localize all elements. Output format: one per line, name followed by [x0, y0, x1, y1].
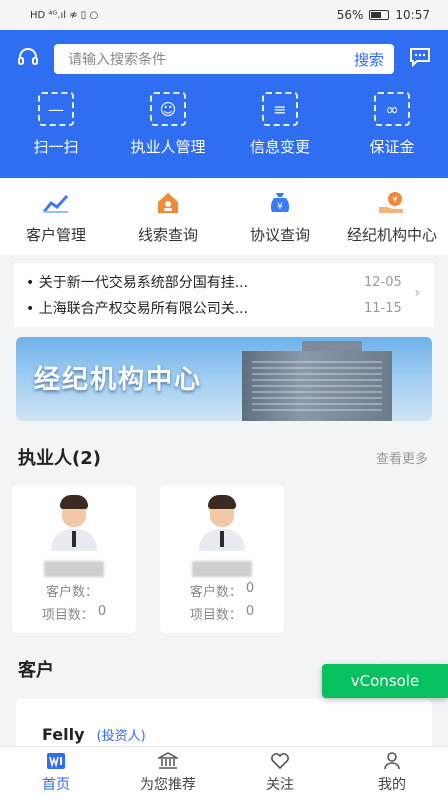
tab-bar: 首页 为您推荐 关注 我的 [0, 746, 448, 798]
bank-icon [156, 751, 180, 772]
vconsole-button[interactable]: vConsole [322, 664, 448, 698]
customers-section-title: 客户 [18, 660, 54, 681]
banner-title: 经纪机构中心 [34, 365, 203, 395]
search-button[interactable]: 搜索 [354, 49, 384, 70]
avatar [45, 495, 103, 553]
battery-icon [369, 10, 390, 20]
money-bag-icon: ¥ [265, 190, 295, 216]
agent-customer-count: 客户数： [45, 585, 98, 600]
avatar [193, 495, 251, 553]
tab-home[interactable]: 首页 [11, 752, 101, 794]
news-item[interactable]: • 上海联合产权交易所有限公司关... 11-15 [26, 295, 420, 321]
scan-icon: — [38, 92, 74, 126]
tab-home-label: 首页 [42, 776, 70, 793]
brokerage-center-label: 经纪机构中心 [346, 226, 437, 244]
search-input[interactable]: 请输入搜索条件 搜索 [54, 44, 394, 74]
status-bar: HD ⁴ᴳ.ıl ≉ ▯ ○ 56% 10:57 [0, 0, 448, 30]
tab-mine-label: 我的 [378, 776, 406, 793]
news-title: • 上海联合产权交易所有限公司关... [26, 301, 249, 317]
battery-percent: 56% [336, 8, 364, 22]
news-list: • 关于新一代交易系统部分国有挂... 12-05 • 上海联合产权交易所有限公… [14, 263, 434, 327]
search-placeholder: 请输入搜索条件 [68, 52, 166, 68]
tab-follow-label: 关注 [266, 776, 294, 793]
customer-management-label: 客户管理 [25, 226, 86, 244]
house-icon [153, 190, 183, 216]
svg-text:¥: ¥ [277, 202, 283, 212]
building-illustration-top [302, 341, 362, 351]
svg-text:¥: ¥ [392, 195, 397, 204]
tab-recommend-label: 为您推荐 [140, 776, 196, 793]
agent-management-label: 执业人管理 [130, 138, 206, 156]
banner[interactable]: 经纪机构中心 [16, 337, 432, 421]
agents-section-title: 执业人(2) [18, 448, 101, 469]
news-item[interactable]: • 关于新一代交易系统部分国有挂... 12-05 [26, 269, 420, 295]
info-change-button[interactable]: ≡ 信息变更 [224, 92, 336, 157]
scan-button[interactable]: — 扫一扫 [0, 92, 112, 157]
form-icon: ≡ [262, 92, 298, 126]
status-indicators: HD ⁴ᴳ.ıl ≉ ▯ ○ [30, 9, 99, 21]
people-icon: ☺ [150, 92, 186, 126]
quick-menu: 客户管理 线索查询 ¥ 协议查询 ¥ 经纪机构中心 [0, 178, 448, 255]
agent-management-button[interactable]: ☺ 执业人管理 [112, 92, 224, 157]
agent-name-redacted [44, 561, 104, 577]
agent-list: 客户数： 项目数： 0 客户数： 0 项目数： 0 [0, 485, 448, 633]
agent-customer-count: 客户数： 0 [189, 581, 255, 600]
agent-project-count: 项目数： 0 [189, 604, 255, 623]
chevron-right-icon[interactable]: › [414, 285, 420, 301]
lead-query-button[interactable]: 线索查询 [112, 190, 224, 245]
building-illustration [242, 351, 392, 421]
info-change-label: 信息变更 [249, 138, 310, 156]
header: 请输入搜索条件 搜索 — 扫一扫 ☺ 执业人管理 ≡ 信息变更 ∞ 保证金 [0, 30, 448, 178]
agent-project-count: 项目数： 0 [41, 604, 107, 623]
agreement-query-label: 协议查询 [249, 226, 310, 244]
lead-query-label: 线索查询 [137, 226, 198, 244]
tab-mine[interactable]: 我的 [347, 751, 437, 794]
tab-recommend[interactable]: 为您推荐 [123, 751, 213, 794]
agents-more-link[interactable]: 查看更多 [376, 448, 428, 467]
news-date: 11-15 [364, 300, 402, 316]
message-icon[interactable] [406, 47, 434, 72]
agreement-query-button[interactable]: ¥ 协议查询 [224, 190, 336, 245]
customer-role-tag: (投资人) [96, 728, 146, 744]
customer-name: Felly [42, 724, 85, 744]
customer-management-button[interactable]: 客户管理 [0, 190, 112, 245]
home-icon [46, 752, 66, 772]
deposit-button[interactable]: ∞ 保证金 [336, 92, 448, 157]
agent-card[interactable]: 客户数： 0 项目数： 0 [160, 485, 284, 633]
user-icon [382, 751, 402, 772]
news-date: 12-05 [364, 274, 402, 290]
agent-name-redacted [192, 561, 252, 577]
clock: 10:57 [395, 8, 430, 22]
deposit-icon: ∞ [374, 92, 410, 126]
chart-icon [41, 190, 71, 216]
brokerage-center-button[interactable]: ¥ 经纪机构中心 [336, 190, 448, 245]
agent-card[interactable]: 客户数： 项目数： 0 [12, 485, 136, 633]
hand-coin-icon: ¥ [377, 190, 407, 216]
deposit-label: 保证金 [369, 138, 415, 156]
scan-label: 扫一扫 [33, 138, 79, 156]
tab-follow[interactable]: 关注 [235, 752, 325, 794]
news-title: • 关于新一代交易系统部分国有挂... [26, 275, 249, 291]
heart-icon [270, 752, 290, 772]
agents-section-header: 执业人(2) 查看更多 [0, 445, 448, 469]
headset-icon[interactable] [14, 46, 42, 73]
